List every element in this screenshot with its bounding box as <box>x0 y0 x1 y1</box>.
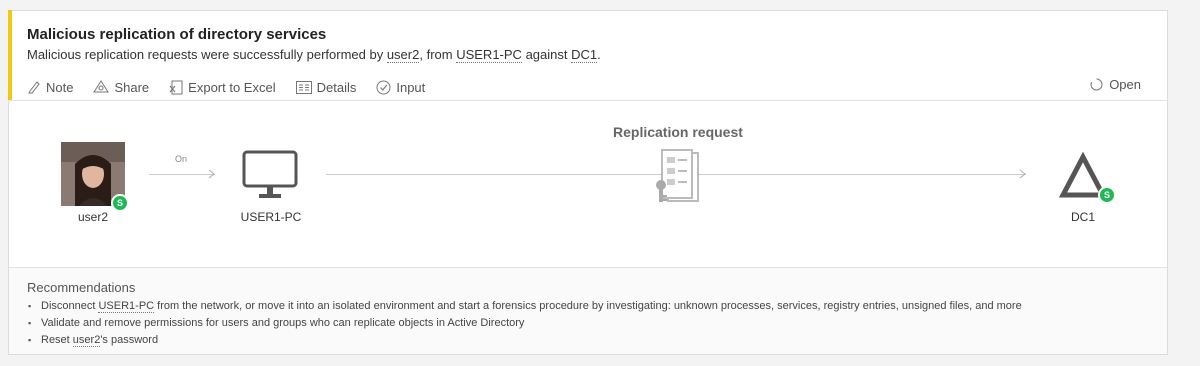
input-button[interactable]: Input <box>376 80 425 95</box>
list-item: Reset user2's password <box>27 332 1022 349</box>
replication-document-icon[interactable] <box>652 149 702 205</box>
recommendation-text: from the network, or move it into an iso… <box>154 300 1022 312</box>
computer-icon[interactable] <box>241 149 301 201</box>
status-label: Open <box>1109 77 1141 92</box>
input-label: Input <box>396 79 426 95</box>
note-button[interactable]: Note <box>27 80 73 95</box>
list-item: Validate and remove permissions for user… <box>27 315 1022 332</box>
pencil-icon <box>28 81 40 94</box>
alert-description: Malicious replication requests were succ… <box>27 47 601 63</box>
severity-accent-bar <box>8 10 12 100</box>
description-text: , from <box>419 47 457 62</box>
excel-icon <box>169 80 183 94</box>
recommendation-text: Reset <box>41 334 73 346</box>
recommendations-list: Disconnect USER1-PC from the network, or… <box>27 298 1022 349</box>
activity-title: Replication request <box>613 124 743 140</box>
alert-card: Malicious replication of directory servi… <box>8 10 1168 355</box>
status-open-toggle[interactable]: Open <box>1090 77 1141 92</box>
alert-toolbar: Note Share Export to Excel Details Input <box>27 77 445 97</box>
list-item: Disconnect USER1-PC from the network, or… <box>27 298 1022 315</box>
description-text: against <box>521 47 572 62</box>
target-dc-link[interactable]: DC1 <box>571 47 598 63</box>
connector-line <box>149 174 215 175</box>
share-label: Share <box>114 79 150 95</box>
source-computer-link[interactable]: USER1-PC <box>456 47 522 63</box>
description-text: . <box>597 47 601 62</box>
check-circle-icon <box>376 80 391 94</box>
user-node-label[interactable]: user2 <box>61 210 125 224</box>
computer-link[interactable]: USER1-PC <box>98 300 155 313</box>
alert-title: Malicious replication of directory servi… <box>27 26 327 43</box>
recommendation-text: Validate and remove permissions for user… <box>41 317 525 329</box>
user-link[interactable]: user2 <box>386 47 420 63</box>
export-to-excel-button[interactable]: Export to Excel <box>169 79 276 95</box>
note-label: Note <box>46 79 74 95</box>
chevron-right-icon <box>1019 169 1026 179</box>
recommendation-text: 's password <box>100 334 159 346</box>
details-label: Details <box>316 79 357 95</box>
export-label: Export to Excel <box>188 79 276 95</box>
recommendation-text: Disconnect <box>41 300 99 312</box>
share-button[interactable]: Share <box>93 80 149 95</box>
chevron-right-icon <box>208 169 215 179</box>
details-button[interactable]: Details <box>295 79 357 95</box>
open-status-icon <box>1090 78 1103 91</box>
relation-label: On <box>175 154 188 164</box>
recommendations-title: Recommendations <box>27 280 136 295</box>
user-link[interactable]: user2 <box>72 334 101 347</box>
computer-node-label[interactable]: USER1-PC <box>231 210 311 224</box>
share-icon <box>93 80 110 93</box>
dc-node-label[interactable]: DC1 <box>1053 210 1113 224</box>
divider <box>9 100 1167 101</box>
sensitive-badge: S <box>1098 186 1116 204</box>
description-text: Malicious replication requests were succ… <box>27 47 387 62</box>
details-icon <box>295 80 312 94</box>
